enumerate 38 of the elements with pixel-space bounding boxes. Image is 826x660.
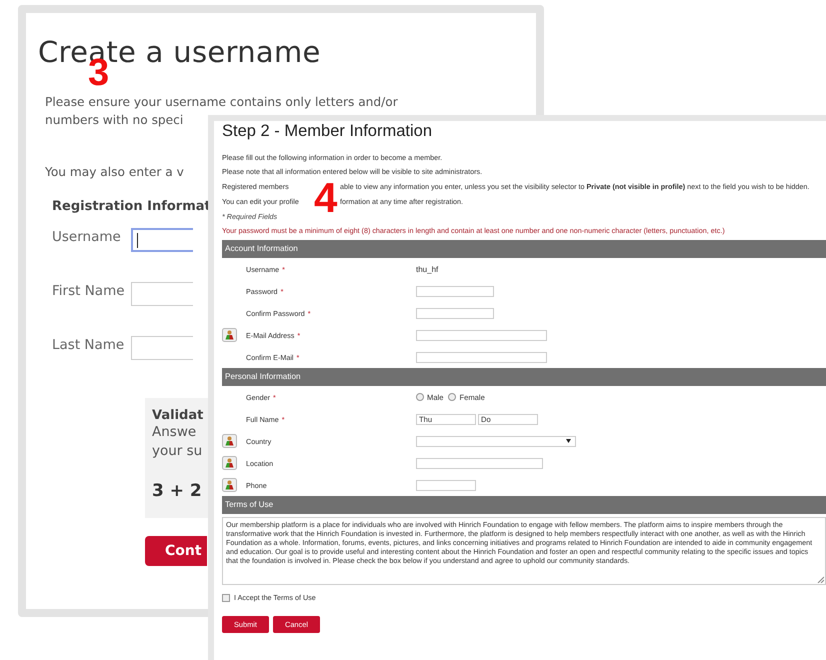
input-field[interactable] <box>416 286 494 296</box>
page-title: Step 2 - Member Information <box>222 122 432 141</box>
input-field[interactable] <box>131 336 193 360</box>
radio-button[interactable] <box>448 393 456 401</box>
input-field[interactable] <box>416 458 543 468</box>
input-field[interactable] <box>416 308 494 318</box>
input-field[interactable] <box>416 330 547 340</box>
step-number: 4 <box>314 177 338 219</box>
resize-grip-icon[interactable] <box>817 576 824 583</box>
instruction-text: You may also enter a v <box>45 165 184 179</box>
field-label: First Name <box>52 282 126 301</box>
visibility-icon[interactable] <box>222 478 237 492</box>
visibility-icon[interactable] <box>222 328 237 342</box>
radio-button[interactable] <box>416 393 424 401</box>
continue-button[interactable]: Cont <box>145 536 207 566</box>
visibility-icon[interactable] <box>222 434 237 448</box>
input-field[interactable] <box>131 282 193 306</box>
section-header: Account Information <box>222 240 826 258</box>
instruction-text: Please ensure your username contains only letters and/or <box>45 94 398 111</box>
validation-text: your su <box>152 442 202 461</box>
input-field[interactable] <box>131 228 193 252</box>
validation-text: Answe <box>152 423 196 442</box>
input-field[interactable] <box>416 480 476 490</box>
section-header: Personal Information <box>222 368 826 386</box>
field-label: Username <box>52 228 122 247</box>
dropdown[interactable] <box>416 436 576 446</box>
instruction-text: numbers with no speci <box>45 112 184 129</box>
caret-icon <box>566 439 571 443</box>
input-field[interactable] <box>416 352 547 362</box>
field-value: thu_hf <box>416 264 438 274</box>
validation-question: 3 + 2 <box>152 481 202 501</box>
section-title: Registration Informat <box>52 199 211 214</box>
field-label: Last Name <box>52 336 126 355</box>
validation-title: Validat <box>152 408 204 423</box>
checkbox[interactable] <box>222 594 230 602</box>
visibility-icon[interactable] <box>222 456 237 470</box>
terms-textarea[interactable] <box>222 517 826 585</box>
section-header: Terms of Use <box>222 496 826 514</box>
